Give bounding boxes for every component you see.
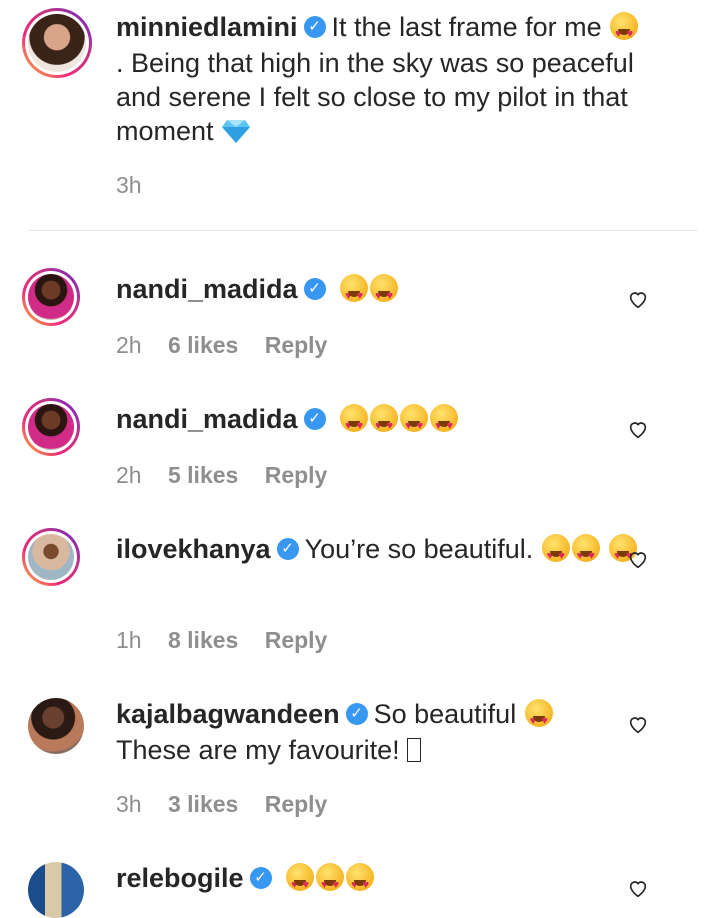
comment-body: So beautiful	[373, 699, 517, 729]
missing-glyph-icon	[407, 737, 422, 762]
verified-badge-icon: ✓	[345, 702, 368, 725]
heart-outline-icon[interactable]	[627, 713, 649, 735]
comment-meta: 2h 5 likes Reply	[116, 462, 347, 489]
comment-username[interactable]: ilovekhanya	[116, 534, 271, 564]
heart-eyes-emoji	[340, 403, 369, 443]
likes-count[interactable]: 8 likes	[168, 627, 238, 653]
avatar[interactable]	[22, 398, 80, 456]
divider	[28, 230, 698, 231]
comment-meta: 2h 6 likes Reply	[116, 332, 347, 359]
heart-outline-icon[interactable]	[627, 288, 649, 310]
avatar[interactable]	[28, 862, 84, 918]
caption-line: It the last frame for me	[331, 12, 602, 42]
timestamp: 2h	[116, 462, 142, 488]
comment-username[interactable]: kajalbagwandeen	[116, 699, 340, 729]
avatar[interactable]	[22, 8, 92, 78]
likes-count[interactable]: 3 likes	[168, 791, 238, 817]
caption-username[interactable]: minniedlamini	[116, 12, 298, 42]
heart-eyes-emoji	[571, 533, 600, 573]
heart-eyes-emoji	[370, 403, 399, 443]
comment-meta: 1h 8 likes Reply	[116, 627, 347, 654]
avatar[interactable]	[28, 698, 84, 754]
comment-text: nandi_madida ✓	[116, 272, 646, 313]
heart-eyes-emoji	[400, 403, 429, 443]
heart-outline-icon[interactable]	[627, 418, 649, 440]
likes-count[interactable]: 5 likes	[168, 462, 238, 488]
comment-meta: 3h 3 likes Reply	[116, 791, 347, 818]
avatar[interactable]	[22, 528, 80, 586]
comment-text: nandi_madida ✓	[116, 402, 646, 443]
comment-username[interactable]: nandi_madida	[116, 404, 298, 434]
reply-button[interactable]: Reply	[265, 627, 328, 653]
timestamp: 2h	[116, 332, 142, 358]
avatar[interactable]	[22, 268, 80, 326]
verified-badge-icon: ✓	[303, 407, 326, 430]
heart-eyes-emoji	[430, 403, 459, 443]
post-caption: minniedlamini✓It the last frame for me .…	[0, 0, 720, 230]
gem-emoji	[222, 119, 251, 143]
heart-eyes-emoji	[610, 11, 639, 51]
timestamp: 3h	[116, 172, 142, 198]
heart-eyes-emoji	[541, 533, 570, 573]
caption-line-rest: . Being that high in the sky was so peac…	[116, 47, 634, 146]
comment-text: kajalbagwandeen✓So beautiful These are m…	[116, 697, 646, 767]
comment-username[interactable]: nandi_madida	[116, 274, 298, 304]
reply-button[interactable]: Reply	[265, 332, 328, 358]
verified-badge-icon: ✓	[303, 15, 326, 38]
heart-eyes-emoji	[286, 862, 315, 902]
caption-text: minniedlamini✓It the last frame for me .…	[116, 10, 646, 148]
timestamp: 3h	[116, 791, 142, 817]
heart-outline-icon[interactable]	[627, 548, 649, 570]
comment-body: You’re so beautiful.	[304, 534, 534, 564]
heart-eyes-emoji	[346, 862, 375, 902]
reply-button[interactable]: Reply	[265, 791, 328, 817]
heart-outline-icon[interactable]	[627, 877, 649, 899]
heart-eyes-emoji	[316, 862, 345, 902]
timestamp: 1h	[116, 627, 142, 653]
heart-eyes-emoji	[340, 273, 369, 313]
verified-badge-icon: ✓	[249, 866, 272, 889]
caption-meta: 3h	[116, 172, 162, 199]
comment-body-line-2: These are my favourite!	[116, 734, 408, 765]
reply-button[interactable]: Reply	[265, 462, 328, 488]
heart-eyes-emoji	[370, 273, 399, 313]
comment-text: relebogile ✓	[116, 861, 646, 902]
comment-username[interactable]: relebogile	[116, 863, 244, 893]
verified-badge-icon: ✓	[303, 277, 326, 300]
likes-count[interactable]: 6 likes	[168, 332, 238, 358]
heart-eyes-emoji	[524, 698, 553, 738]
verified-badge-icon: ✓	[276, 537, 299, 560]
comment-text: ilovekhanya ✓ You’re so beautiful.	[116, 532, 646, 573]
